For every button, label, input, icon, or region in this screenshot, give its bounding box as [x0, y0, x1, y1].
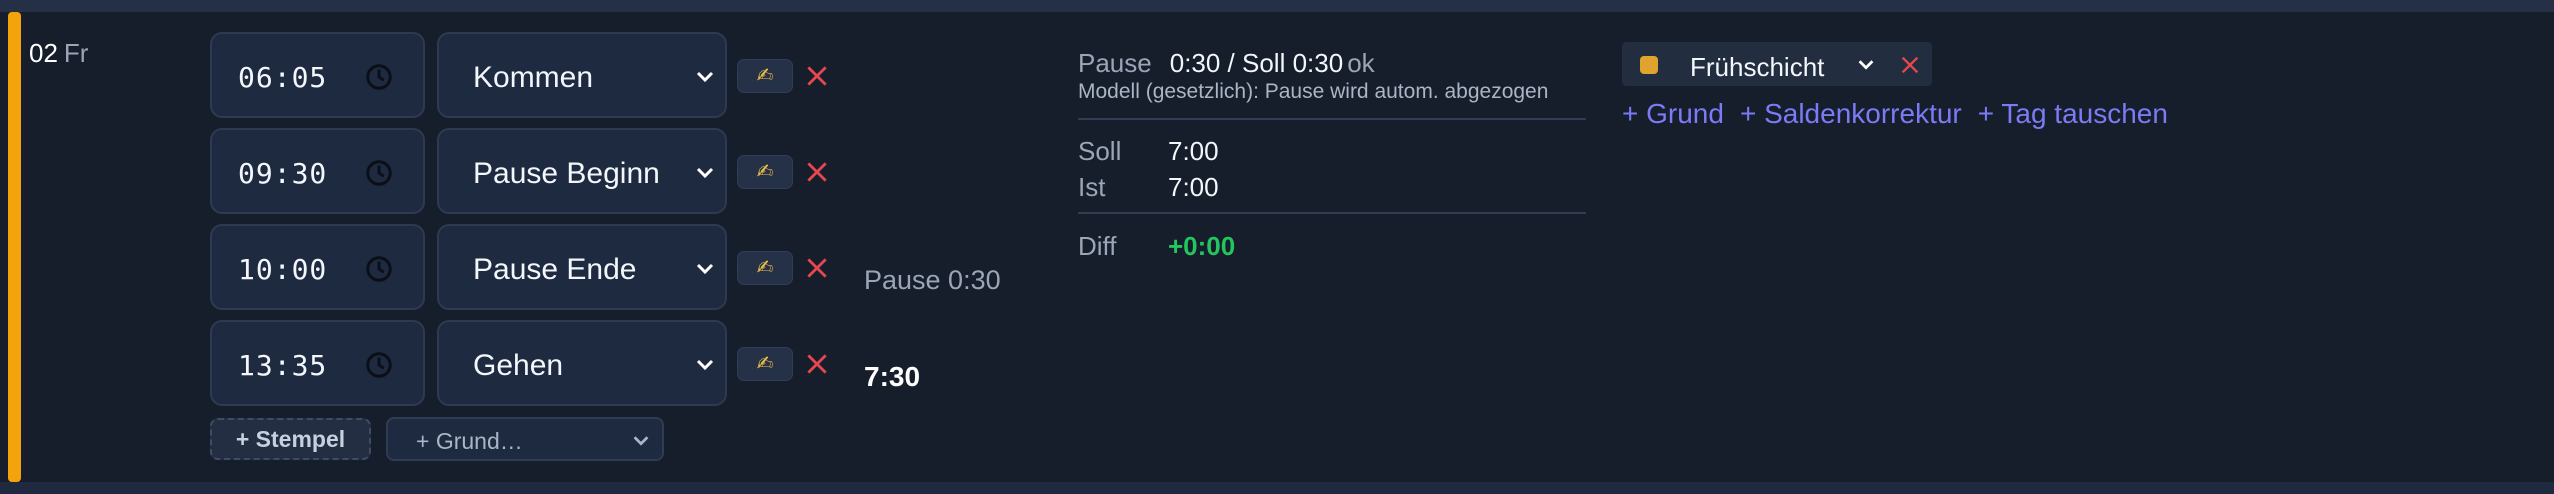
stamp-type-value: Pause Ende: [473, 253, 637, 286]
edit-stamp-button[interactable]: ✍: [737, 59, 793, 93]
stamp-type-select[interactable]: Pause Beginn: [437, 128, 727, 214]
stamp-time-value: 09:30: [238, 157, 328, 190]
pause-value: 0:30 / Soll 0:30: [1169, 48, 1344, 78]
soll-value: 7:00: [1168, 136, 1219, 166]
summary-divider: [1078, 118, 1586, 120]
top-divider: [0, 0, 2554, 12]
chevron-down-icon: [633, 436, 649, 446]
edit-stamp-button[interactable]: ✍: [737, 251, 793, 285]
chevron-down-icon: [696, 167, 714, 179]
edit-icon: ✍: [756, 65, 774, 87]
chevron-down-icon: [696, 359, 714, 371]
diff-row: Diff +0:00: [1078, 231, 1235, 262]
pause-status: ok: [1347, 48, 1375, 78]
stamp-time-input[interactable]: 10:00: [210, 224, 425, 310]
day-row: 02 Fr 06:05 Kommen ✍ 09:30 Pause Beginn ✍…: [0, 12, 2554, 482]
stamp-time-input[interactable]: 06:05: [210, 32, 425, 118]
chevron-down-icon[interactable]: [1855, 53, 1877, 75]
summary-divider: [1078, 212, 1586, 214]
diff-label: Diff: [1078, 231, 1117, 261]
chevron-down-icon: [696, 263, 714, 275]
delete-stamp-icon[interactable]: [804, 351, 830, 377]
remove-shift-icon[interactable]: [1899, 54, 1921, 76]
day-weekday: Fr: [63, 38, 89, 68]
stamp-time-value: 06:05: [238, 61, 328, 94]
work-total: 7:30: [864, 361, 921, 392]
shift-label: Frühschicht: [1690, 52, 1825, 82]
action-links: + Grund + Saldenkorrektur + Tag tauschen: [1622, 98, 2184, 130]
edit-icon: ✍: [756, 353, 774, 375]
edit-icon: ✍: [756, 161, 774, 183]
stamp-time-input[interactable]: 13:35: [210, 320, 425, 406]
add-reason-value: + Grund…: [416, 428, 523, 454]
stamp-type-value: Pause Beginn: [473, 157, 660, 190]
clock-icon[interactable]: [364, 62, 394, 92]
add-stamp-button[interactable]: + Stempel: [210, 418, 371, 460]
ist-row: Ist 7:00: [1078, 172, 1219, 203]
shift-select[interactable]: Frühschicht: [1622, 42, 1932, 86]
balance-correction-link[interactable]: + Saldenkorrektur: [1740, 98, 1962, 129]
delete-stamp-icon[interactable]: [804, 63, 830, 89]
delete-stamp-icon[interactable]: [804, 255, 830, 281]
pause-summary: Pause 0:30 / Soll 0:30 ok: [1078, 48, 1375, 79]
pause-label: Pause: [1078, 48, 1152, 78]
soll-row: Soll 7:00: [1078, 136, 1219, 167]
shift-color-swatch: [1640, 56, 1658, 74]
delete-stamp-icon[interactable]: [804, 159, 830, 185]
bottom-divider: [0, 482, 2554, 494]
stamp-type-select[interactable]: Kommen: [437, 32, 727, 118]
edit-stamp-button[interactable]: ✍: [737, 155, 793, 189]
add-reason-select[interactable]: + Grund…: [386, 417, 664, 461]
add-reason-link[interactable]: + Grund: [1622, 98, 1724, 129]
clock-icon[interactable]: [364, 350, 394, 380]
edit-icon: ✍: [756, 257, 774, 279]
stamp-time-value: 10:00: [238, 253, 328, 286]
day-number: 02: [29, 38, 58, 68]
diff-value: +0:00: [1168, 231, 1236, 261]
swap-day-link[interactable]: + Tag tauschen: [1978, 98, 2168, 129]
stamp-type-value: Gehen: [473, 349, 564, 382]
day-accent-bar: [8, 12, 21, 482]
soll-label: Soll: [1078, 136, 1122, 166]
ist-value: 7:00: [1168, 172, 1219, 202]
clock-icon[interactable]: [364, 158, 394, 188]
day-header: 02 Fr: [29, 38, 88, 69]
stamp-type-value: Kommen: [473, 61, 594, 94]
stamp-type-select[interactable]: Pause Ende: [437, 224, 727, 310]
edit-stamp-button[interactable]: ✍: [737, 347, 793, 381]
clock-icon[interactable]: [364, 254, 394, 284]
stamp-time-input[interactable]: 09:30: [210, 128, 425, 214]
pause-model-text: Modell (gesetzlich): Pause wird autom. a…: [1078, 80, 1549, 103]
pause-duration-note: Pause 0:30: [864, 265, 1001, 295]
stamp-time-value: 13:35: [238, 349, 328, 382]
chevron-down-icon: [696, 71, 714, 83]
stamp-type-select[interactable]: Gehen: [437, 320, 727, 406]
ist-label: Ist: [1078, 172, 1106, 202]
